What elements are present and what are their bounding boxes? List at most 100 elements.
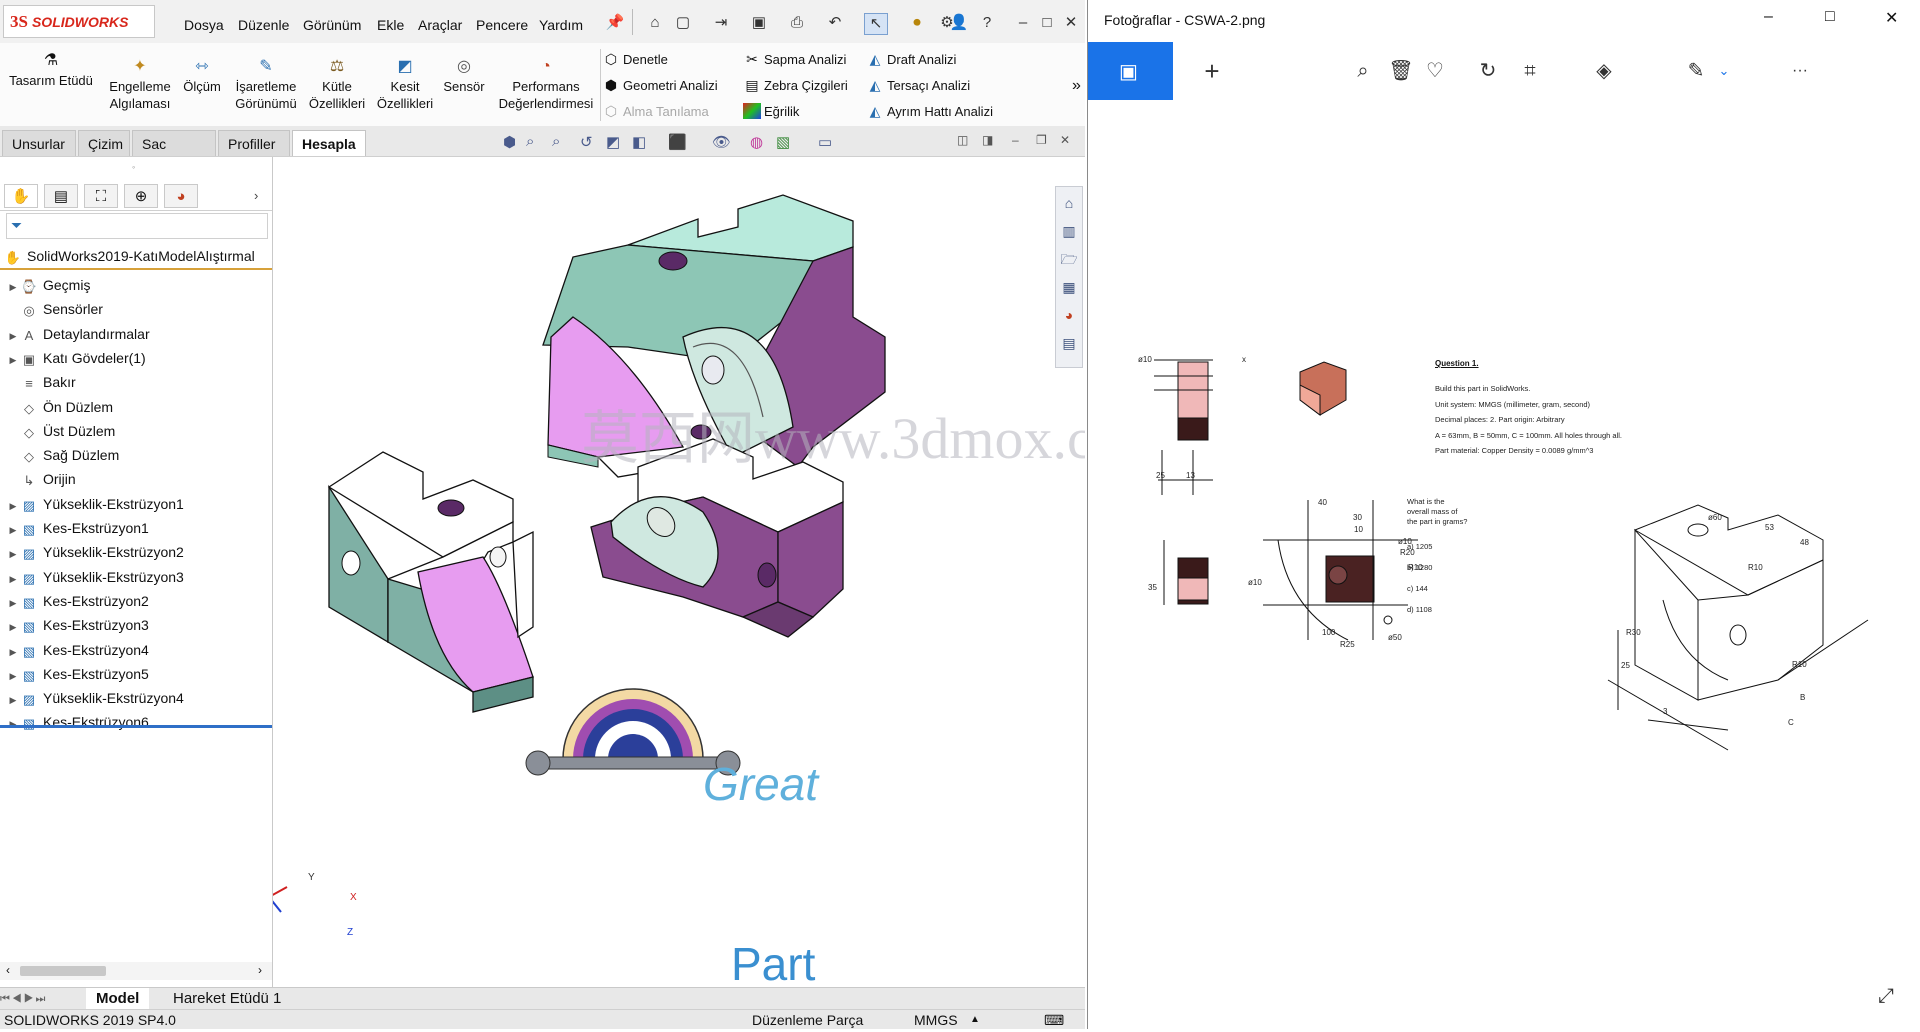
tree-root-part[interactable]: ✋ SolidWorks2019-KatıModelAlıştırmal — [4, 245, 255, 267]
zoom-to-fit-icon[interactable]: ⌕ — [526, 133, 534, 150]
display-manager-tab-icon[interactable]: ◕ — [164, 184, 198, 208]
status-units[interactable]: MMGS — [914, 1010, 958, 1029]
sensor-button[interactable]: ◎ Sensör — [440, 57, 488, 95]
viewport-tile-icon[interactable]: ◨ — [982, 133, 993, 147]
tree-horizontal-scrollbar[interactable]: ‹ › — [0, 962, 272, 980]
menu-view[interactable]: Görünüm — [303, 17, 361, 33]
edit-appearance-icon[interactable]: ◍ — [750, 133, 763, 151]
minimize-icon[interactable]: – — [1012, 13, 1034, 33]
viewport-minimize-icon[interactable]: – — [1012, 133, 1019, 147]
tab-sketch[interactable]: Çizim — [78, 130, 130, 156]
deviation-analysis-button[interactable]: ✂ Sapma Analizi — [743, 51, 846, 68]
tree-item[interactable]: ▶ A Detaylandırmalar — [6, 323, 150, 345]
tab-sheet-metal[interactable]: Sac Levha — [132, 130, 216, 178]
geometry-analysis-button[interactable]: ⬢ Geometri Analizi — [602, 77, 718, 94]
import-diagnostics-button[interactable]: ⬡ Alma Tanılama — [602, 103, 709, 120]
tree-item[interactable]: ◇ Ön Düzlem — [6, 396, 113, 418]
crop-icon[interactable]: ⌗ — [1508, 42, 1552, 100]
tab-nav-arrows-icon[interactable]: ⏮◀▶⏭ — [0, 988, 84, 1010]
section-properties-button[interactable]: ◩ Kesit Özellikleri — [372, 57, 438, 112]
tree-item[interactable]: ▶ ▨ Yükseklik-Ekstrüzyon1 — [6, 493, 184, 515]
add-to-album-button[interactable]: + — [1190, 42, 1234, 100]
tree-item[interactable]: ▶ ▧ Kes-Ekstrüzyon1 — [6, 517, 149, 539]
photos-close-icon[interactable]: ✕ — [1885, 8, 1898, 28]
view-orientation-icon[interactable]: ⬢ — [503, 133, 516, 151]
photo-canvas[interactable]: ø10 x 25 13 35 40 30 10 ø10 R20 R10 ø10 … — [1088, 100, 1920, 1029]
viewport-maximize-icon[interactable]: ❐ — [1036, 133, 1047, 147]
menu-tools[interactable]: Araçlar — [418, 17, 462, 33]
maximize-icon[interactable]: □ — [1036, 13, 1058, 33]
favorite-heart-icon[interactable]: ♡ — [1413, 42, 1457, 100]
print-icon[interactable]: ⎙ — [786, 13, 808, 33]
open-icon[interactable]: ⇥ — [710, 13, 732, 33]
hide-show-icon[interactable]: 👁 — [712, 133, 731, 151]
feature-tree-tab-icon[interactable]: ✋ — [4, 184, 38, 208]
part-view-left[interactable] — [327, 451, 534, 713]
task-pane-appearances-icon[interactable]: ◕ — [1057, 303, 1081, 327]
previous-view-icon[interactable]: ↺ — [580, 133, 593, 151]
tree-item[interactable]: ◇ Sağ Düzlem — [6, 444, 119, 466]
undercut-analysis-button[interactable]: ◭ Tersaçı Analizi — [866, 77, 970, 94]
curvature-button[interactable]: ■Eğrilik — [743, 103, 799, 119]
expand-arrow-icon[interactable]: ▶ — [6, 641, 20, 663]
home-icon[interactable]: ⌂ — [644, 13, 666, 33]
expand-arrow-icon[interactable]: ▶ — [6, 665, 20, 687]
tree-item[interactable]: ▶ ▣ Katı Gövdeler(1) — [6, 347, 146, 369]
task-pane-custom-properties-icon[interactable]: ▤ — [1057, 331, 1081, 355]
tree-item[interactable]: ◎ Sensörler — [6, 298, 103, 320]
save-icon[interactable]: ▣ — [748, 13, 770, 33]
menu-file[interactable]: Dosya — [184, 17, 224, 33]
interference-detection-button[interactable]: ✦ Engelleme Algılaması — [104, 57, 176, 112]
expand-arrow-icon[interactable]: ▶ — [6, 276, 20, 298]
tree-item[interactable]: ≡ Bakır — [6, 371, 75, 393]
section-view-icon[interactable]: ◩ — [606, 133, 620, 151]
dynamic-annotation-icon[interactable]: ◧ — [632, 133, 646, 151]
panel-grip-icon[interactable]: ◦ — [132, 162, 135, 172]
see-all-photos-button[interactable]: ▣ — [1088, 42, 1173, 100]
property-manager-tab-icon[interactable]: ▤ — [44, 184, 78, 208]
expand-arrow-icon[interactable]: ▶ — [6, 568, 20, 590]
status-tooltip-icon[interactable]: ⌨ — [1044, 1010, 1064, 1029]
tree-item[interactable]: ▶ ▨ Yükseklik-Ekstrüzyon3 — [6, 566, 184, 588]
help-icon[interactable]: ? — [976, 13, 998, 33]
rollback-bar[interactable] — [0, 725, 272, 728]
expand-arrow-icon[interactable]: ▶ — [6, 689, 20, 711]
performance-evaluation-button[interactable]: ◔ Performans Değerlendirmesi — [494, 57, 598, 112]
new-document-icon[interactable]: ▢ — [672, 13, 694, 33]
tree-item[interactable]: ▶ ▨ Yükseklik-Ekstrüzyon4 — [6, 687, 184, 709]
design-study-button[interactable]: ⚗ Tasarım Etüdü — [6, 51, 96, 89]
tab-model[interactable]: Model — [86, 988, 150, 1010]
tree-item[interactable]: ▶ ⌚ Geçmiş — [6, 274, 91, 298]
close-icon[interactable]: ✕ — [1060, 13, 1082, 33]
menu-edit[interactable]: Düzenle — [238, 17, 289, 33]
user-icon[interactable]: 👤 — [948, 13, 970, 33]
draft-analysis-button[interactable]: ◭ Draft Analizi — [866, 51, 957, 68]
expand-arrow-icon[interactable]: ▶ — [6, 592, 20, 614]
feature-tree-filter[interactable]: ⏷ — [6, 213, 268, 239]
solidworks-logo[interactable]: 3S SOLIDWORKS — [3, 5, 155, 38]
display-style-icon[interactable]: ⬛ — [668, 133, 687, 151]
mass-properties-button[interactable]: ⚖ Kütle Özellikleri — [304, 57, 370, 112]
scroll-right-icon[interactable]: › — [258, 963, 262, 977]
fullscreen-icon[interactable]: ⤢ — [1878, 985, 1894, 1008]
tree-item[interactable]: ▶ ▧ Kes-Ekstrüzyon5 — [6, 663, 149, 685]
rotate-icon[interactable]: ↻ — [1466, 42, 1510, 100]
task-pane-file-explorer-icon[interactable]: 🗁 — [1057, 247, 1081, 271]
tabs-scroll-right-icon[interactable]: › — [254, 188, 258, 203]
menu-insert[interactable]: Ekle — [377, 17, 404, 33]
tab-evaluate[interactable]: Hesapla — [292, 130, 366, 156]
tab-weldments[interactable]: Profiller — [218, 130, 290, 156]
tree-item[interactable]: ▶▧Kes-Ekstrüzyon6 — [6, 711, 149, 733]
check-button[interactable]: ⬡ Denetle — [602, 51, 668, 68]
units-dropdown-icon[interactable]: ▲ — [970, 1010, 980, 1029]
view-settings-icon[interactable]: ▭ — [818, 133, 832, 151]
task-pane-view-palette-icon[interactable]: ▦ — [1057, 275, 1081, 299]
task-pane-home-icon[interactable]: ⌂ — [1057, 191, 1081, 215]
menu-help[interactable]: Yardım — [539, 17, 583, 33]
task-pane-library-icon[interactable]: ▥ — [1057, 219, 1081, 243]
photos-maximize-icon[interactable]: □ — [1825, 8, 1835, 26]
tree-item[interactable]: ◇ Üst Düzlem — [6, 420, 115, 442]
scroll-thumb[interactable] — [20, 966, 106, 976]
tree-item[interactable]: ▶ ▧ Kes-Ekstrüzyon4 — [6, 639, 149, 661]
tree-item[interactable]: ▶ ▨ Yükseklik-Ekstrüzyon2 — [6, 541, 184, 563]
